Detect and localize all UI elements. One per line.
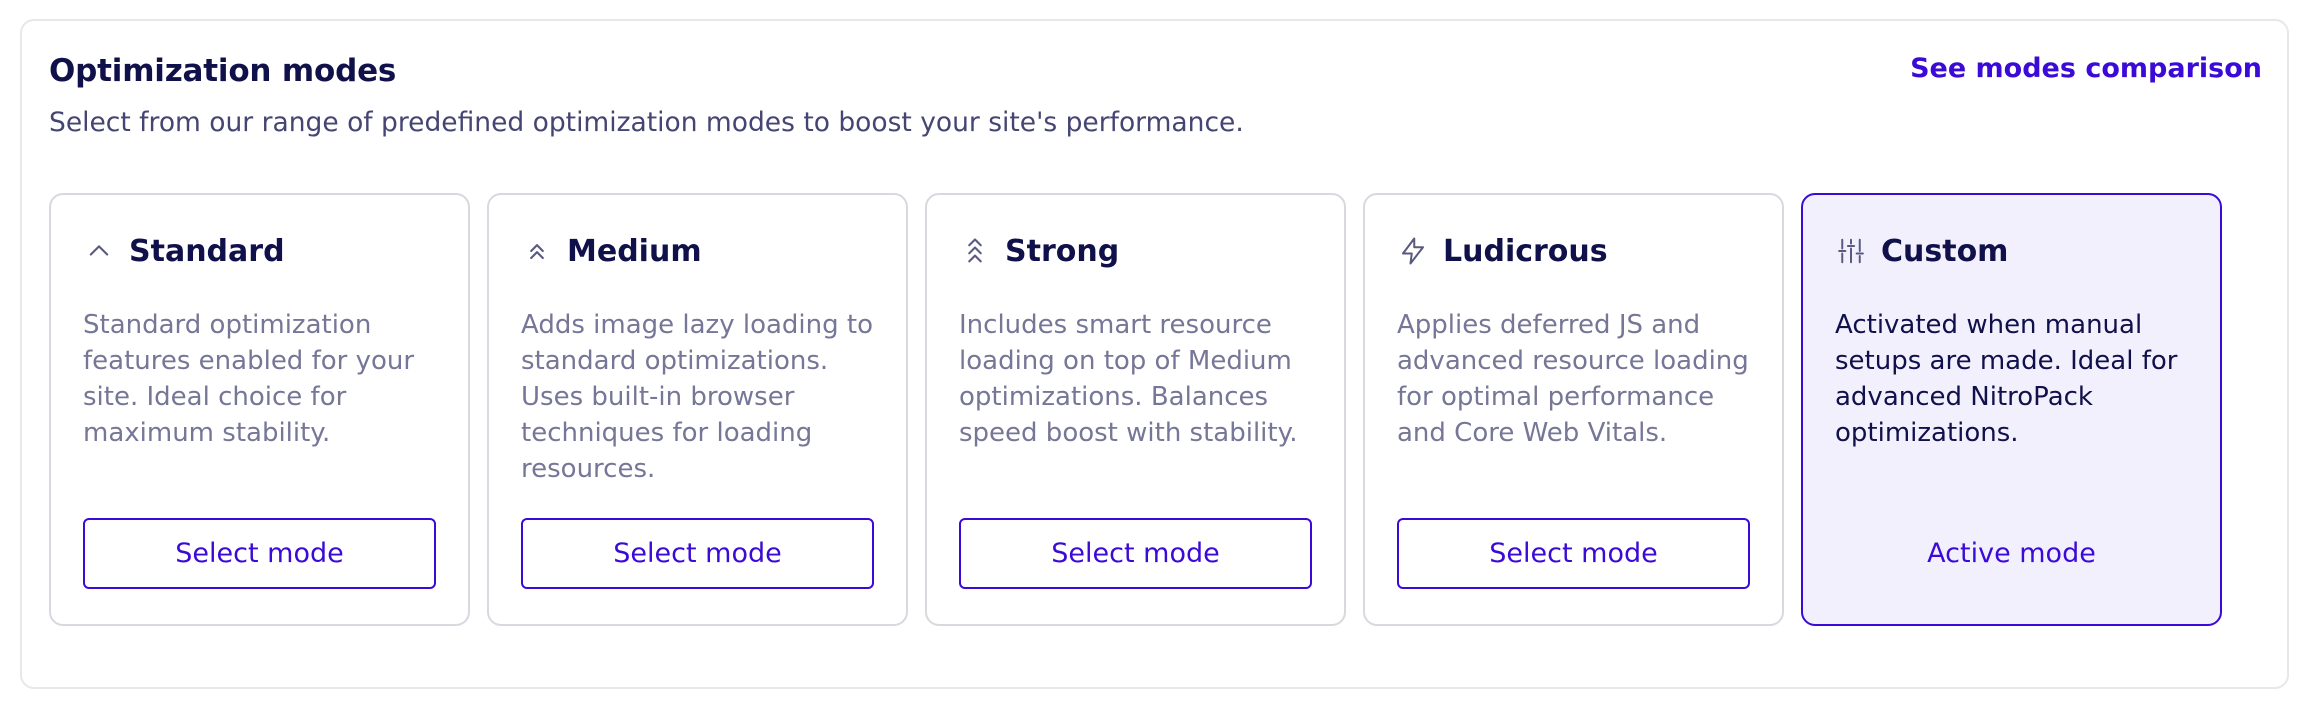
mode-card-header: Strong <box>959 231 1324 271</box>
mode-card-custom: Custom Activated when manual setups are … <box>1801 193 2222 626</box>
select-mode-button[interactable]: Select mode <box>1397 518 1750 589</box>
select-mode-button[interactable]: Select mode <box>83 518 436 589</box>
mode-description: Standard optimization features enabled f… <box>83 310 415 448</box>
mode-card-medium: Medium Adds image lazy loading to standa… <box>487 193 908 626</box>
mode-cards: Standard Standard optimization features … <box>49 193 2222 626</box>
mode-name: Standard <box>129 233 285 269</box>
sliders-icon <box>1835 235 1867 267</box>
see-modes-comparison-link[interactable]: See modes comparison <box>1910 53 2262 84</box>
section-title: Optimization modes <box>49 53 397 89</box>
mode-card-header: Custom <box>1835 231 2200 271</box>
mode-description: Activated when manual setups are made. I… <box>1835 310 2178 448</box>
triple-chevron-up-icon <box>959 235 991 267</box>
mode-card-header: Ludicrous <box>1397 231 1762 271</box>
mode-card-strong: Strong Includes smart resource loading o… <box>925 193 1346 626</box>
mode-description: Includes smart resource loading on top o… <box>959 310 1298 448</box>
mode-card-header: Standard <box>83 231 448 271</box>
mode-card-header: Medium <box>521 231 886 271</box>
mode-description: Adds image lazy loading to standard opti… <box>521 310 873 484</box>
select-mode-button[interactable]: Select mode <box>521 518 874 589</box>
mode-name: Strong <box>1005 233 1120 269</box>
mode-name: Medium <box>567 233 702 269</box>
mode-description: Applies deferred JS and advanced resourc… <box>1397 310 1749 448</box>
active-mode-label: Active mode <box>1927 538 2096 569</box>
mode-card-ludicrous: Ludicrous Applies deferred JS and advanc… <box>1363 193 1784 626</box>
select-mode-button[interactable]: Select mode <box>959 518 1312 589</box>
mode-card-standard: Standard Standard optimization features … <box>49 193 470 626</box>
double-chevron-up-icon <box>521 235 553 267</box>
mode-name: Custom <box>1881 233 2009 269</box>
mode-name: Ludicrous <box>1443 233 1608 269</box>
section-subtitle: Select from our range of predefined opti… <box>49 107 1244 138</box>
lightning-bolt-icon <box>1397 235 1429 267</box>
chevron-up-icon <box>83 235 115 267</box>
